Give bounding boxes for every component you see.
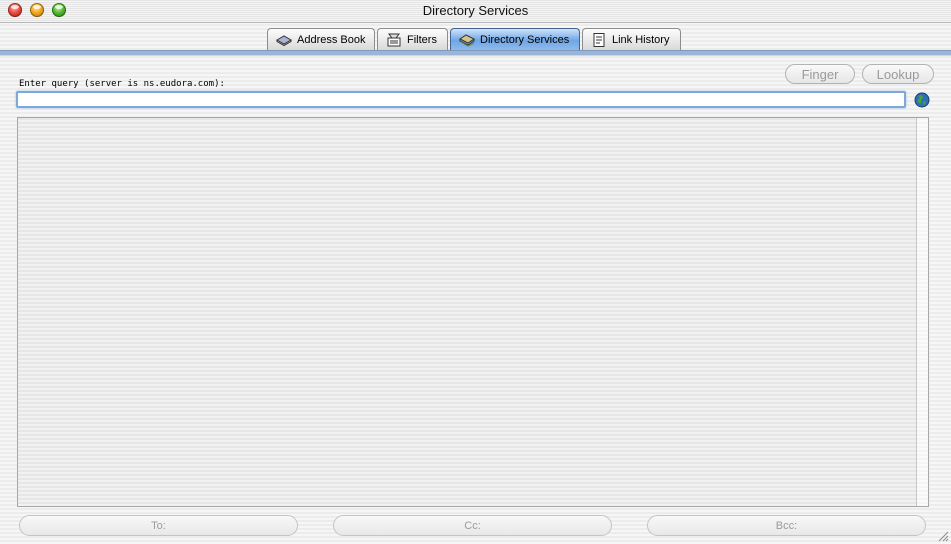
- tab-label: Link History: [612, 33, 670, 46]
- query-input[interactable]: [18, 96, 904, 110]
- to-button[interactable]: To:: [19, 515, 298, 536]
- results-pane[interactable]: [17, 117, 929, 507]
- title-bar[interactable]: Directory Services: [0, 0, 951, 23]
- vertical-scrollbar[interactable]: [916, 118, 928, 506]
- lookup-button[interactable]: Lookup: [862, 64, 934, 84]
- query-label: Enter query (server is ns.eudora.com):: [19, 79, 225, 89]
- tab-address-book[interactable]: Address Book: [267, 28, 375, 50]
- tab-directory-services[interactable]: Directory Services: [450, 28, 580, 50]
- window-title: Directory Services: [422, 3, 529, 18]
- cc-button[interactable]: Cc:: [333, 515, 612, 536]
- filters-icon: [387, 33, 401, 46]
- tab-label: Address Book: [297, 33, 366, 46]
- globe-icon[interactable]: [914, 92, 930, 108]
- directory-services-icon: [459, 33, 475, 47]
- query-field[interactable]: [16, 91, 906, 110]
- tab-filters[interactable]: Filters: [377, 28, 448, 50]
- finger-button[interactable]: Finger: [785, 64, 855, 84]
- tab-label: Filters: [407, 33, 437, 46]
- directory-services-window: Directory Services Address Book Filters: [0, 0, 951, 544]
- tab-divider: [0, 50, 951, 56]
- tab-label: Directory Services: [480, 33, 570, 46]
- tab-strip: Address Book Filters Directory Services: [0, 23, 951, 59]
- tab-link-history[interactable]: Link History: [582, 28, 681, 50]
- bcc-button[interactable]: Bcc:: [647, 515, 926, 536]
- resize-grip-icon[interactable]: [936, 529, 949, 542]
- link-history-icon: [593, 32, 605, 47]
- address-book-icon: [276, 34, 292, 46]
